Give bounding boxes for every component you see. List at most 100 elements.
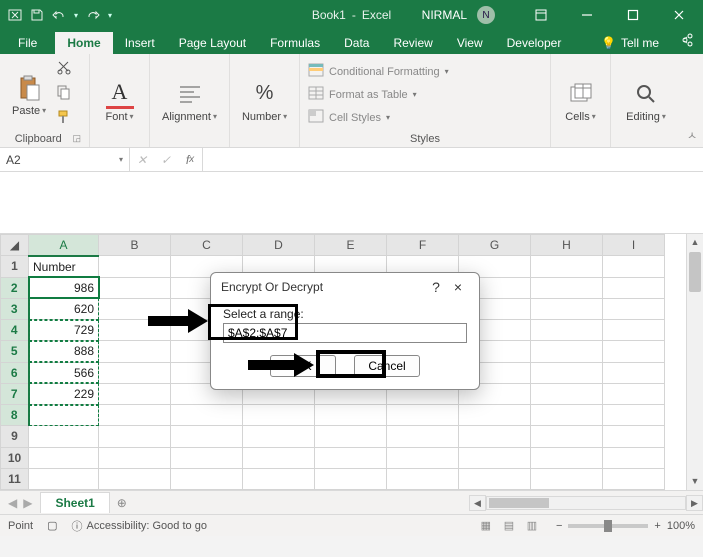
conditional-formatting-button[interactable]: Conditional Formatting ▾ [308,63,449,80]
page-layout-view-icon[interactable]: ▤ [499,519,519,532]
name-box[interactable]: A2 ▾ [0,148,130,171]
chevron-down-icon[interactable]: ▾ [119,155,123,164]
fx-icon[interactable]: fx [178,153,202,167]
cell[interactable]: 888 [29,341,99,362]
col-header[interactable]: E [315,235,387,256]
cell[interactable] [29,426,99,447]
tab-review[interactable]: Review [381,32,444,54]
row-header[interactable]: 3 [1,298,29,319]
row-header[interactable]: 4 [1,320,29,341]
cancel-formula-icon[interactable]: ✕ [130,153,154,167]
sheet-nav-next-icon[interactable]: ▶ [23,496,32,510]
cell[interactable]: 229 [29,383,99,404]
col-header[interactable]: B [99,235,171,256]
cell[interactable] [29,405,99,426]
ok-button[interactable]: OK [270,355,336,377]
paste-button[interactable]: Paste▾ [8,71,50,119]
number-button[interactable]: % Number▾ [238,77,291,125]
vertical-scrollbar[interactable]: ▲ ▼ [686,234,703,490]
dialog-launcher-icon[interactable]: ◲ [72,133,81,144]
minimize-icon[interactable] [569,0,605,30]
qat-customize-icon[interactable]: ▾ [108,11,112,20]
cell[interactable]: 729 [29,320,99,341]
tab-insert[interactable]: Insert [113,32,167,54]
font-button[interactable]: A Font▾ [101,77,137,125]
horizontal-scrollbar[interactable]: ◀ ▶ [469,495,703,511]
zoom-in-icon[interactable]: + [654,520,660,532]
undo-icon[interactable] [52,8,66,22]
row-header[interactable]: 8 [1,405,29,426]
sheet-tab[interactable]: Sheet1 [40,492,109,513]
scroll-right-icon[interactable]: ▶ [686,495,703,511]
col-header[interactable]: G [459,235,531,256]
cell[interactable] [99,277,171,298]
ribbon-display-options-icon[interactable] [523,0,559,30]
scroll-left-icon[interactable]: ◀ [469,495,486,511]
cells-button[interactable]: Cells▾ [561,77,599,125]
dialog-close-icon[interactable]: × [447,279,469,295]
cell[interactable] [29,468,99,489]
cell[interactable]: Number [29,256,99,277]
copy-icon[interactable] [56,84,72,105]
user-avatar[interactable]: N [477,6,495,24]
range-input[interactable] [223,323,467,343]
col-header[interactable]: I [603,235,665,256]
tab-page-layout[interactable]: Page Layout [167,32,258,54]
cut-icon[interactable] [56,59,72,80]
normal-view-icon[interactable]: ▦ [476,519,496,532]
cell-styles-button[interactable]: Cell Styles ▾ [308,109,449,126]
accessibility-status[interactable]: Accessibility: Good to go [86,520,206,532]
row-header[interactable]: 6 [1,362,29,383]
share-button[interactable] [669,29,703,54]
enter-formula-icon[interactable]: ✓ [154,153,178,167]
cell[interactable] [603,256,665,277]
tab-home[interactable]: Home [55,32,112,54]
row-header[interactable]: 11 [1,468,29,489]
tab-file[interactable]: File [0,32,55,54]
tab-formulas[interactable]: Formulas [258,32,332,54]
cell[interactable]: 620 [29,298,99,319]
row-header[interactable]: 2 [1,277,29,298]
editing-button[interactable]: Editing▾ [622,77,670,125]
redo-icon[interactable] [86,8,100,22]
row-header[interactable]: 5 [1,341,29,362]
page-break-view-icon[interactable]: ▥ [522,519,542,532]
maximize-icon[interactable] [615,0,651,30]
cell[interactable] [531,256,603,277]
formula-bar[interactable] [203,148,703,171]
new-sheet-button[interactable]: ⊕ [110,496,134,510]
alignment-button[interactable]: Alignment▾ [158,77,221,125]
cancel-button[interactable]: Cancel [354,355,420,377]
col-header[interactable]: A [29,235,99,256]
tab-developer[interactable]: Developer [495,32,574,54]
sheet-nav-prev-icon[interactable]: ◀ [8,496,17,510]
collapse-ribbon-icon[interactable]: ㅅ [687,127,697,143]
tell-me[interactable]: 💡 Tell me [591,32,669,54]
save-icon[interactable] [30,8,44,22]
scroll-thumb[interactable] [489,498,549,508]
tab-view[interactable]: View [445,32,495,54]
col-header[interactable]: D [243,235,315,256]
cell[interactable]: 566 [29,362,99,383]
macro-record-icon[interactable]: ▢ [47,519,57,532]
scroll-up-icon[interactable]: ▲ [687,234,703,251]
select-all-corner[interactable]: ◢ [1,235,29,256]
zoom-slider[interactable] [568,524,648,528]
zoom-level[interactable]: 100% [667,520,695,532]
row-header[interactable]: 9 [1,426,29,447]
format-as-table-button[interactable]: Format as Table ▾ [308,86,449,103]
row-header[interactable]: 7 [1,383,29,404]
undo-dropdown-icon[interactable]: ▾ [74,11,78,20]
row-header[interactable]: 10 [1,447,29,468]
scroll-thumb[interactable] [689,252,701,292]
tab-data[interactable]: Data [332,32,381,54]
scroll-down-icon[interactable]: ▼ [687,473,703,490]
row-header[interactable]: 1 [1,256,29,277]
cell[interactable]: 986 [29,277,99,298]
format-painter-icon[interactable] [56,109,72,130]
close-icon[interactable] [661,0,697,30]
col-header[interactable]: C [171,235,243,256]
zoom-out-icon[interactable]: − [556,520,562,532]
dialog-help-icon[interactable]: ? [425,279,447,295]
col-header[interactable]: H [531,235,603,256]
